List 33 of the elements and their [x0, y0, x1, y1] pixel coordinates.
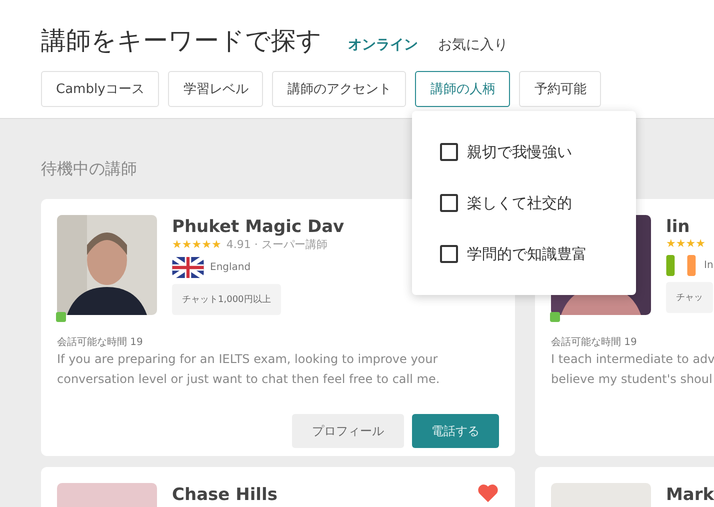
price-chip: チャット1,000円以上	[172, 284, 281, 315]
page-title: 講師をキーワードで探す	[41, 25, 322, 57]
availability-text: 会話可能な時間 19	[57, 336, 144, 349]
heart-icon[interactable]	[477, 483, 499, 503]
checkbox-option[interactable]: 親切で我慢強い	[440, 140, 636, 164]
tutor-name: lin	[666, 217, 690, 237]
tab[interactable]: オンライン	[348, 36, 418, 54]
description-line: conversation level or just want to chat then feel free to call me.	[57, 371, 441, 388]
flag-icon	[666, 255, 698, 276]
flag-icon	[172, 257, 204, 278]
profile-button[interactable]: プロフィール	[292, 414, 404, 448]
call-button[interactable]: 電話する	[412, 414, 499, 448]
country-name: England	[210, 262, 251, 273]
filter-button[interactable]: 講師のアクセント	[272, 71, 406, 107]
section-title: 待機中の講師	[41, 159, 138, 179]
description-line: I teach intermediate to adv	[551, 351, 714, 368]
filter-button[interactable]: 学習レベル	[168, 71, 264, 107]
filter-button[interactable]: Camblyコース	[41, 71, 160, 107]
description-line: If you are preparing for an IELTS exam, looking to improve your	[57, 351, 439, 368]
filter-button[interactable]: 予約可能	[519, 71, 602, 107]
checkbox-option[interactable]: 学問的で知識豊富	[440, 242, 636, 266]
price-chip: チャッ	[666, 282, 713, 313]
tutor-name: Chase Hills	[172, 485, 278, 507]
star-rating: ★★★★★	[172, 238, 222, 251]
tab[interactable]: お気に入り	[438, 36, 508, 54]
filter-button[interactable]: 講師の人柄	[415, 71, 510, 107]
country-name: In	[704, 260, 714, 271]
availability-text: 会話可能な時間 19	[551, 336, 638, 349]
checkbox-option[interactable]: 楽しくて社交的	[440, 191, 636, 215]
tutor-name: Phuket Magic Dav	[172, 217, 344, 237]
description-line: believe my student's shoul	[551, 371, 714, 388]
rating-text: 4.91 · スーパー講師	[226, 237, 328, 252]
star-rating: ★★★★	[666, 237, 706, 250]
